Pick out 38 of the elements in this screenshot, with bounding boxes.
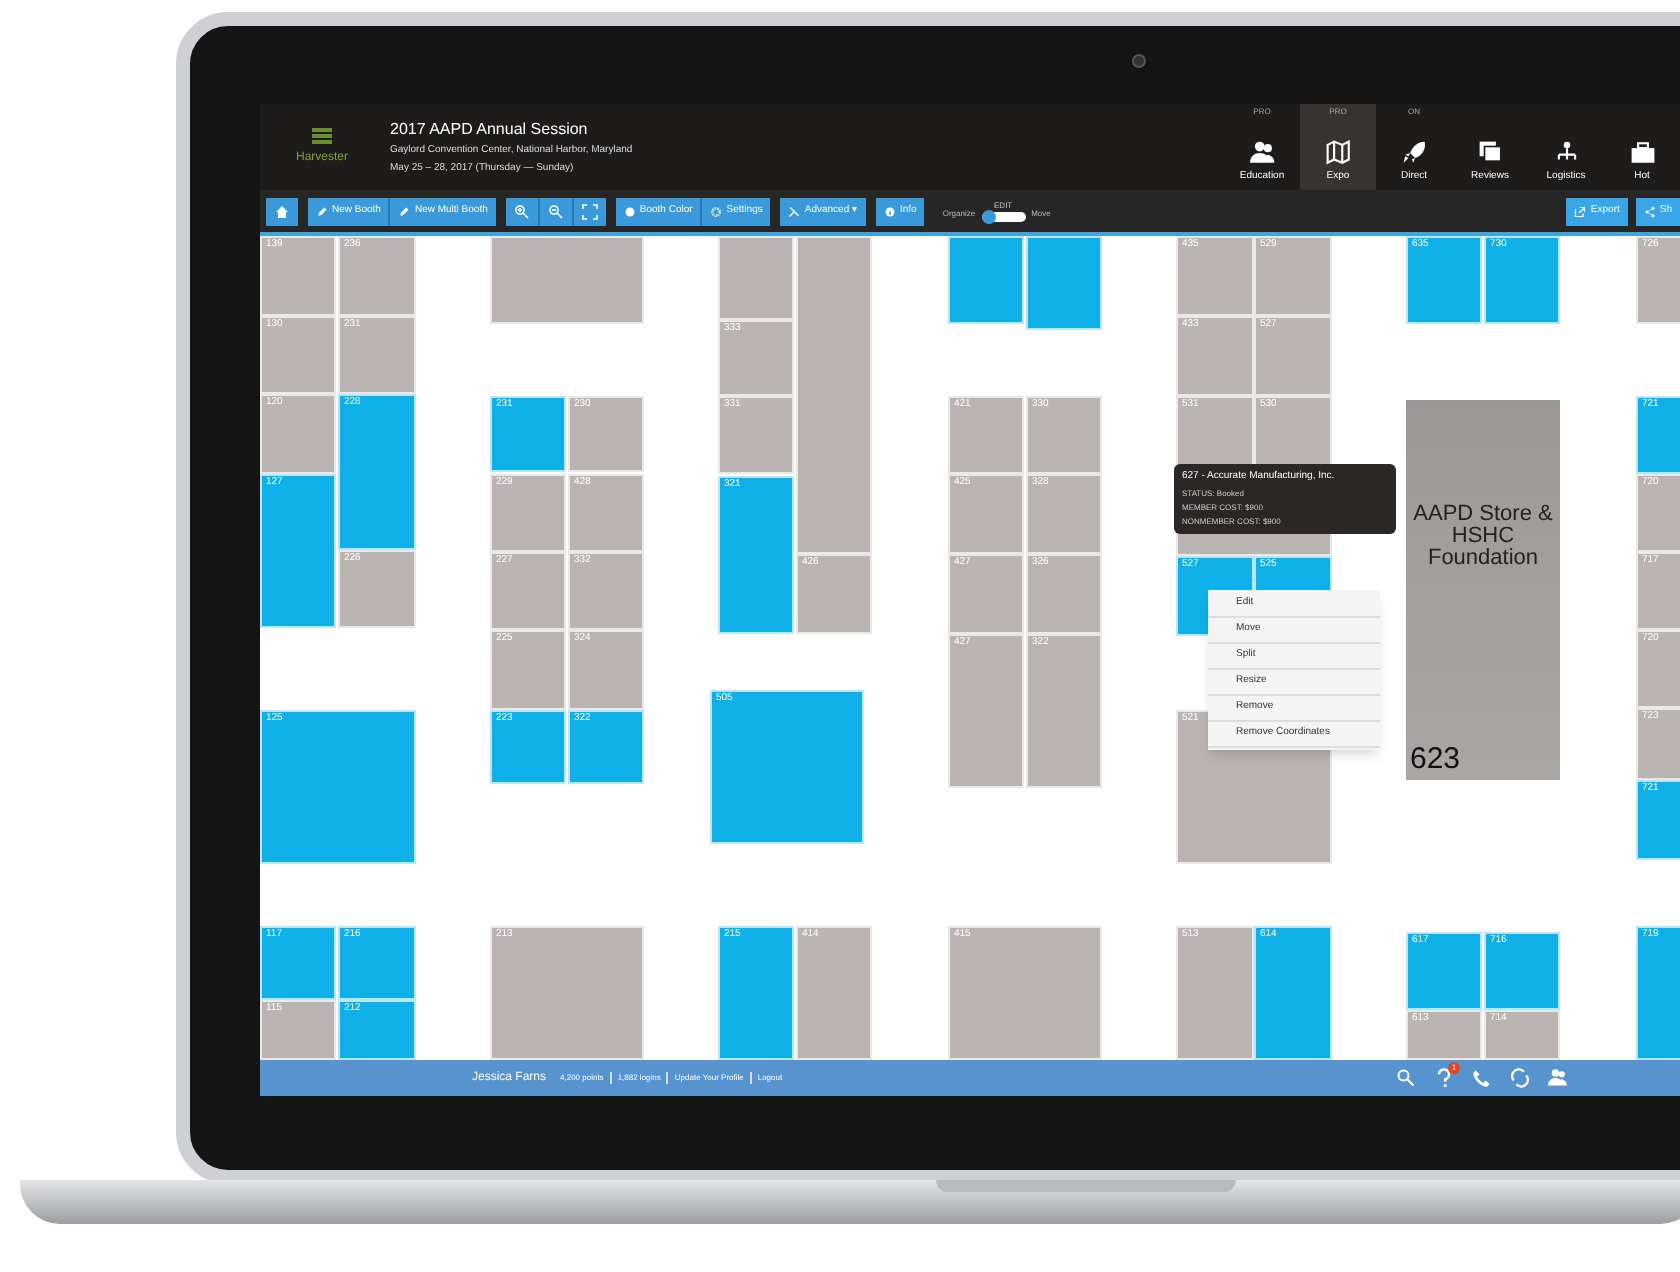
pencil-icon bbox=[398, 205, 411, 217]
settings-icon bbox=[710, 205, 723, 217]
booth-number: 623 bbox=[1410, 744, 1463, 774]
toolbar-icon-button[interactable] bbox=[505, 197, 538, 225]
users-icon[interactable] bbox=[1548, 1068, 1568, 1088]
zoom-out-icon bbox=[547, 203, 564, 219]
people-icon bbox=[1249, 140, 1275, 166]
booth[interactable] bbox=[796, 236, 872, 554]
toolbar-icon-button[interactable] bbox=[266, 197, 298, 225]
sync-icon[interactable] bbox=[1510, 1068, 1530, 1088]
booth[interactable] bbox=[1026, 236, 1102, 330]
mode-switch[interactable] bbox=[981, 212, 1026, 222]
map-icon bbox=[1325, 140, 1351, 166]
menu-icon[interactable] bbox=[312, 127, 332, 143]
phone-icon[interactable] bbox=[1472, 1068, 1492, 1088]
booth[interactable] bbox=[490, 236, 644, 324]
rocket-icon bbox=[1401, 140, 1427, 166]
briefcase-icon bbox=[1629, 140, 1655, 166]
booth[interactable] bbox=[718, 236, 794, 320]
store-booth[interactable]: AAPD Store & HSHC Foundation 623 bbox=[1406, 400, 1560, 780]
export-icon bbox=[1574, 205, 1587, 217]
stacked-squares-icon bbox=[1477, 140, 1503, 166]
store-name: AAPD Store & HSHC Foundation bbox=[1411, 504, 1555, 570]
event-title: 2017 AAPD Annual Session bbox=[390, 118, 590, 142]
wrench-icon bbox=[788, 205, 801, 217]
expand-icon bbox=[581, 203, 598, 219]
home-icon bbox=[274, 203, 290, 219]
share-icon bbox=[1643, 205, 1656, 217]
toolbar-icon-button[interactable] bbox=[537, 197, 572, 225]
info-icon bbox=[884, 205, 896, 217]
palette-icon bbox=[623, 205, 636, 217]
zoom-in-icon bbox=[513, 203, 530, 219]
search-icon[interactable] bbox=[1396, 1068, 1416, 1088]
booth[interactable] bbox=[948, 236, 1024, 324]
hierarchy-icon bbox=[1553, 140, 1579, 166]
pencil-icon bbox=[316, 205, 328, 217]
toolbar-icon-button[interactable] bbox=[571, 197, 606, 225]
question-icon[interactable] bbox=[1434, 1068, 1454, 1088]
